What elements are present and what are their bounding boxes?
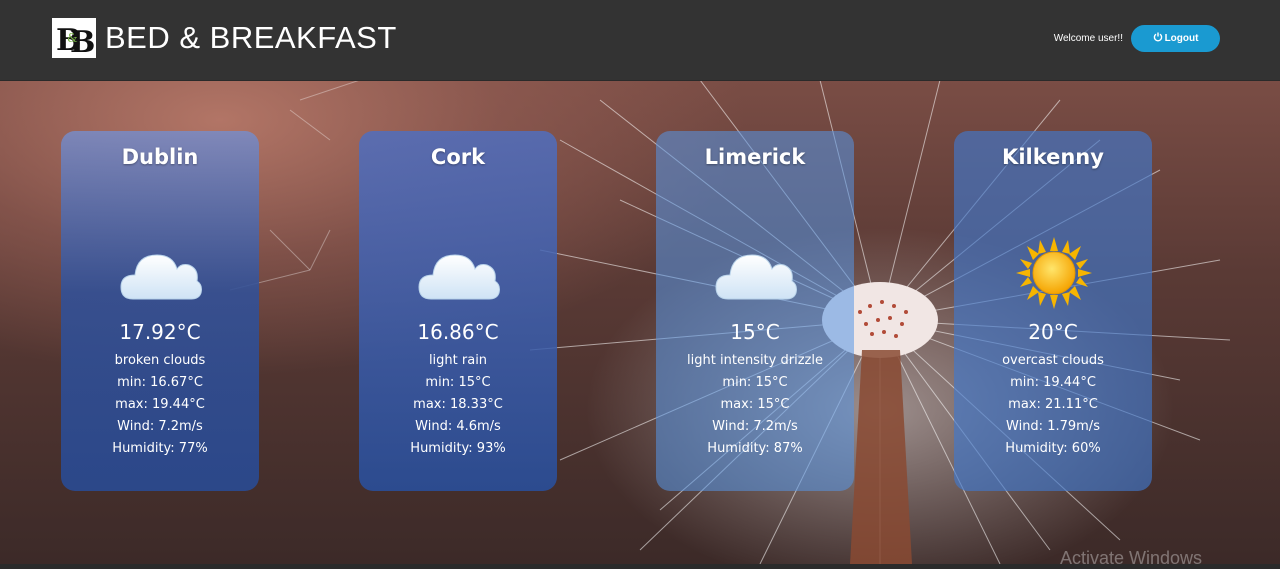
max-temperature: max: 19.44°C xyxy=(115,397,205,412)
cloud-icon xyxy=(417,235,501,311)
temperature: 15°C xyxy=(730,320,780,344)
activate-windows-watermark: Activate Windows xyxy=(1060,548,1203,568)
humidity: Humidity: 93% xyxy=(410,441,506,456)
temperature: 20°C xyxy=(1028,320,1078,344)
brand-title[interactable]: BED & BREAKFAST xyxy=(105,20,397,56)
city-name: Kilkenny xyxy=(1002,145,1104,169)
weather-description: light rain xyxy=(428,353,488,368)
city-name: Cork xyxy=(430,145,486,169)
bb-logo-icon: B B & xyxy=(56,23,94,56)
sun-icon xyxy=(1012,235,1096,311)
logout-button[interactable]: Logout xyxy=(1131,25,1220,52)
min-temperature: min: 15°C xyxy=(722,375,788,390)
max-temperature: max: 15°C xyxy=(720,397,790,412)
weather-card-dublin: Dublin 17.92°C broken clouds min: 16.67°… xyxy=(61,131,259,491)
power-icon xyxy=(1153,32,1163,45)
brand-logo[interactable]: B B & xyxy=(52,18,96,58)
wind-speed: Wind: 7.2m/s xyxy=(117,419,203,434)
weather-description: overcast clouds xyxy=(1002,353,1104,368)
weather-card-limerick: Limerick 15°C light intensity drizzle mi… xyxy=(656,131,854,491)
cloud-icon xyxy=(119,235,203,311)
cloud-icon xyxy=(714,235,798,311)
humidity: Humidity: 77% xyxy=(112,441,208,456)
temperature: 17.92°C xyxy=(119,320,201,344)
city-name: Limerick xyxy=(704,145,806,169)
welcome-message: Welcome user!! xyxy=(1053,33,1123,44)
wind-speed: Wind: 4.6m/s xyxy=(415,419,501,434)
min-temperature: min: 16.67°C xyxy=(117,375,203,390)
min-temperature: min: 15°C xyxy=(425,375,491,390)
weather-description: light intensity drizzle xyxy=(687,353,823,368)
city-name: Dublin xyxy=(121,145,199,169)
top-navbar: B B & BED & BREAKFAST Welcome user!! Log… xyxy=(0,0,1280,81)
wind-speed: Wind: 1.79m/s xyxy=(1006,419,1100,434)
max-temperature: max: 18.33°C xyxy=(413,397,503,412)
logout-label: Logout xyxy=(1164,33,1199,44)
humidity: Humidity: 87% xyxy=(707,441,803,456)
svg-text:&: & xyxy=(67,31,78,45)
weather-card-cork: Cork 16.86°C light rain min: 15°C max: 1… xyxy=(359,131,557,491)
weather-card-kilkenny: Kilkenny 20°C overcast clouds min: 19.44… xyxy=(954,131,1152,491)
weather-description: broken clouds xyxy=(114,353,206,368)
temperature: 16.86°C xyxy=(417,320,499,344)
min-temperature: min: 19.44°C xyxy=(1010,375,1096,390)
wind-speed: Wind: 7.2m/s xyxy=(712,419,798,434)
max-temperature: max: 21.11°C xyxy=(1008,397,1098,412)
humidity: Humidity: 60% xyxy=(1005,441,1101,456)
